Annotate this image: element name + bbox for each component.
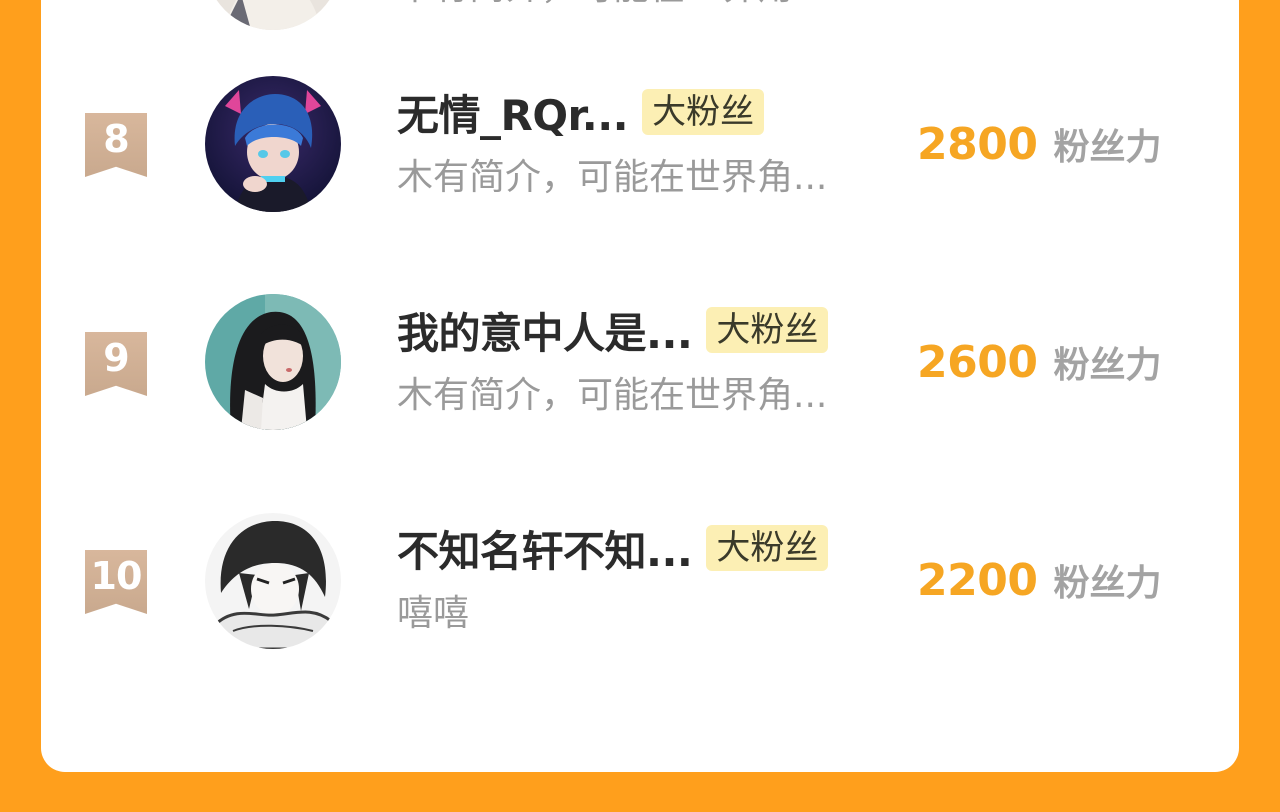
- list-item-description: 木有简介，可能在世界角...: [397, 157, 828, 198]
- fan-ranking-card: 木有简介，可能在世界角... 8: [41, 0, 1239, 772]
- fan-power-value: 2800: [917, 118, 1038, 170]
- avatar-image: [205, 76, 341, 212]
- fan-level-badge: 大粉丝: [706, 525, 829, 571]
- list-item-description: 嘻嘻: [397, 593, 470, 634]
- fan-power-unit: 粉丝力: [1053, 563, 1162, 604]
- list-item-description: 木有简介，可能在世界角...: [397, 375, 828, 416]
- avatar[interactable]: [205, 76, 341, 212]
- list-item[interactable]: 10 不知名轩不知... 大粉丝 嘻嘻 2200 粉丝力: [41, 513, 1239, 764]
- avatar[interactable]: [205, 513, 341, 649]
- list-item-title-line: 无情_RQr... 大粉丝: [397, 82, 765, 143]
- user-name[interactable]: 无情_RQr...: [397, 82, 629, 143]
- list-item-prev[interactable]: 木有简介，可能在世界角...: [41, 0, 1239, 40]
- list-item-description: 木有简介，可能在世界角...: [397, 0, 827, 10]
- avatar-image: [205, 294, 341, 430]
- fan-power: 2800 粉丝力: [917, 116, 1161, 172]
- fan-power-value: 2200: [917, 554, 1038, 606]
- avatar[interactable]: [205, 294, 341, 430]
- avatar-image: [205, 513, 341, 649]
- rank-badge: 8: [85, 113, 147, 177]
- fan-power-unit: 粉丝力: [1053, 345, 1162, 386]
- avatar[interactable]: [205, 0, 341, 30]
- list-item[interactable]: 8 无情_RQr... 大粉丝 木有简介，可能在世界角... 2800 粉丝力: [41, 76, 1239, 328]
- list-item-title-line: 我的意中人是... 大粉丝: [397, 300, 829, 361]
- user-name[interactable]: 不知名轩不知...: [397, 518, 693, 579]
- rank-badge: 9: [85, 332, 147, 396]
- user-name[interactable]: 我的意中人是...: [397, 300, 693, 361]
- fan-level-badge: 大粉丝: [706, 307, 829, 353]
- fan-power-unit: 粉丝力: [1053, 127, 1162, 168]
- fan-power: 2200 粉丝力: [917, 552, 1161, 608]
- list-item[interactable]: 9 我的意中人是... 大粉丝 木有简介，可能在世界角... 2600 粉丝力: [41, 294, 1239, 546]
- fan-power: 2600 粉丝力: [917, 334, 1161, 390]
- fan-level-badge: 大粉丝: [642, 89, 765, 135]
- fan-power-value: 2600: [917, 336, 1038, 388]
- list-item-title-line: 不知名轩不知... 大粉丝: [397, 518, 829, 579]
- rank-badge: 10: [85, 550, 147, 614]
- avatar-image: [205, 0, 341, 30]
